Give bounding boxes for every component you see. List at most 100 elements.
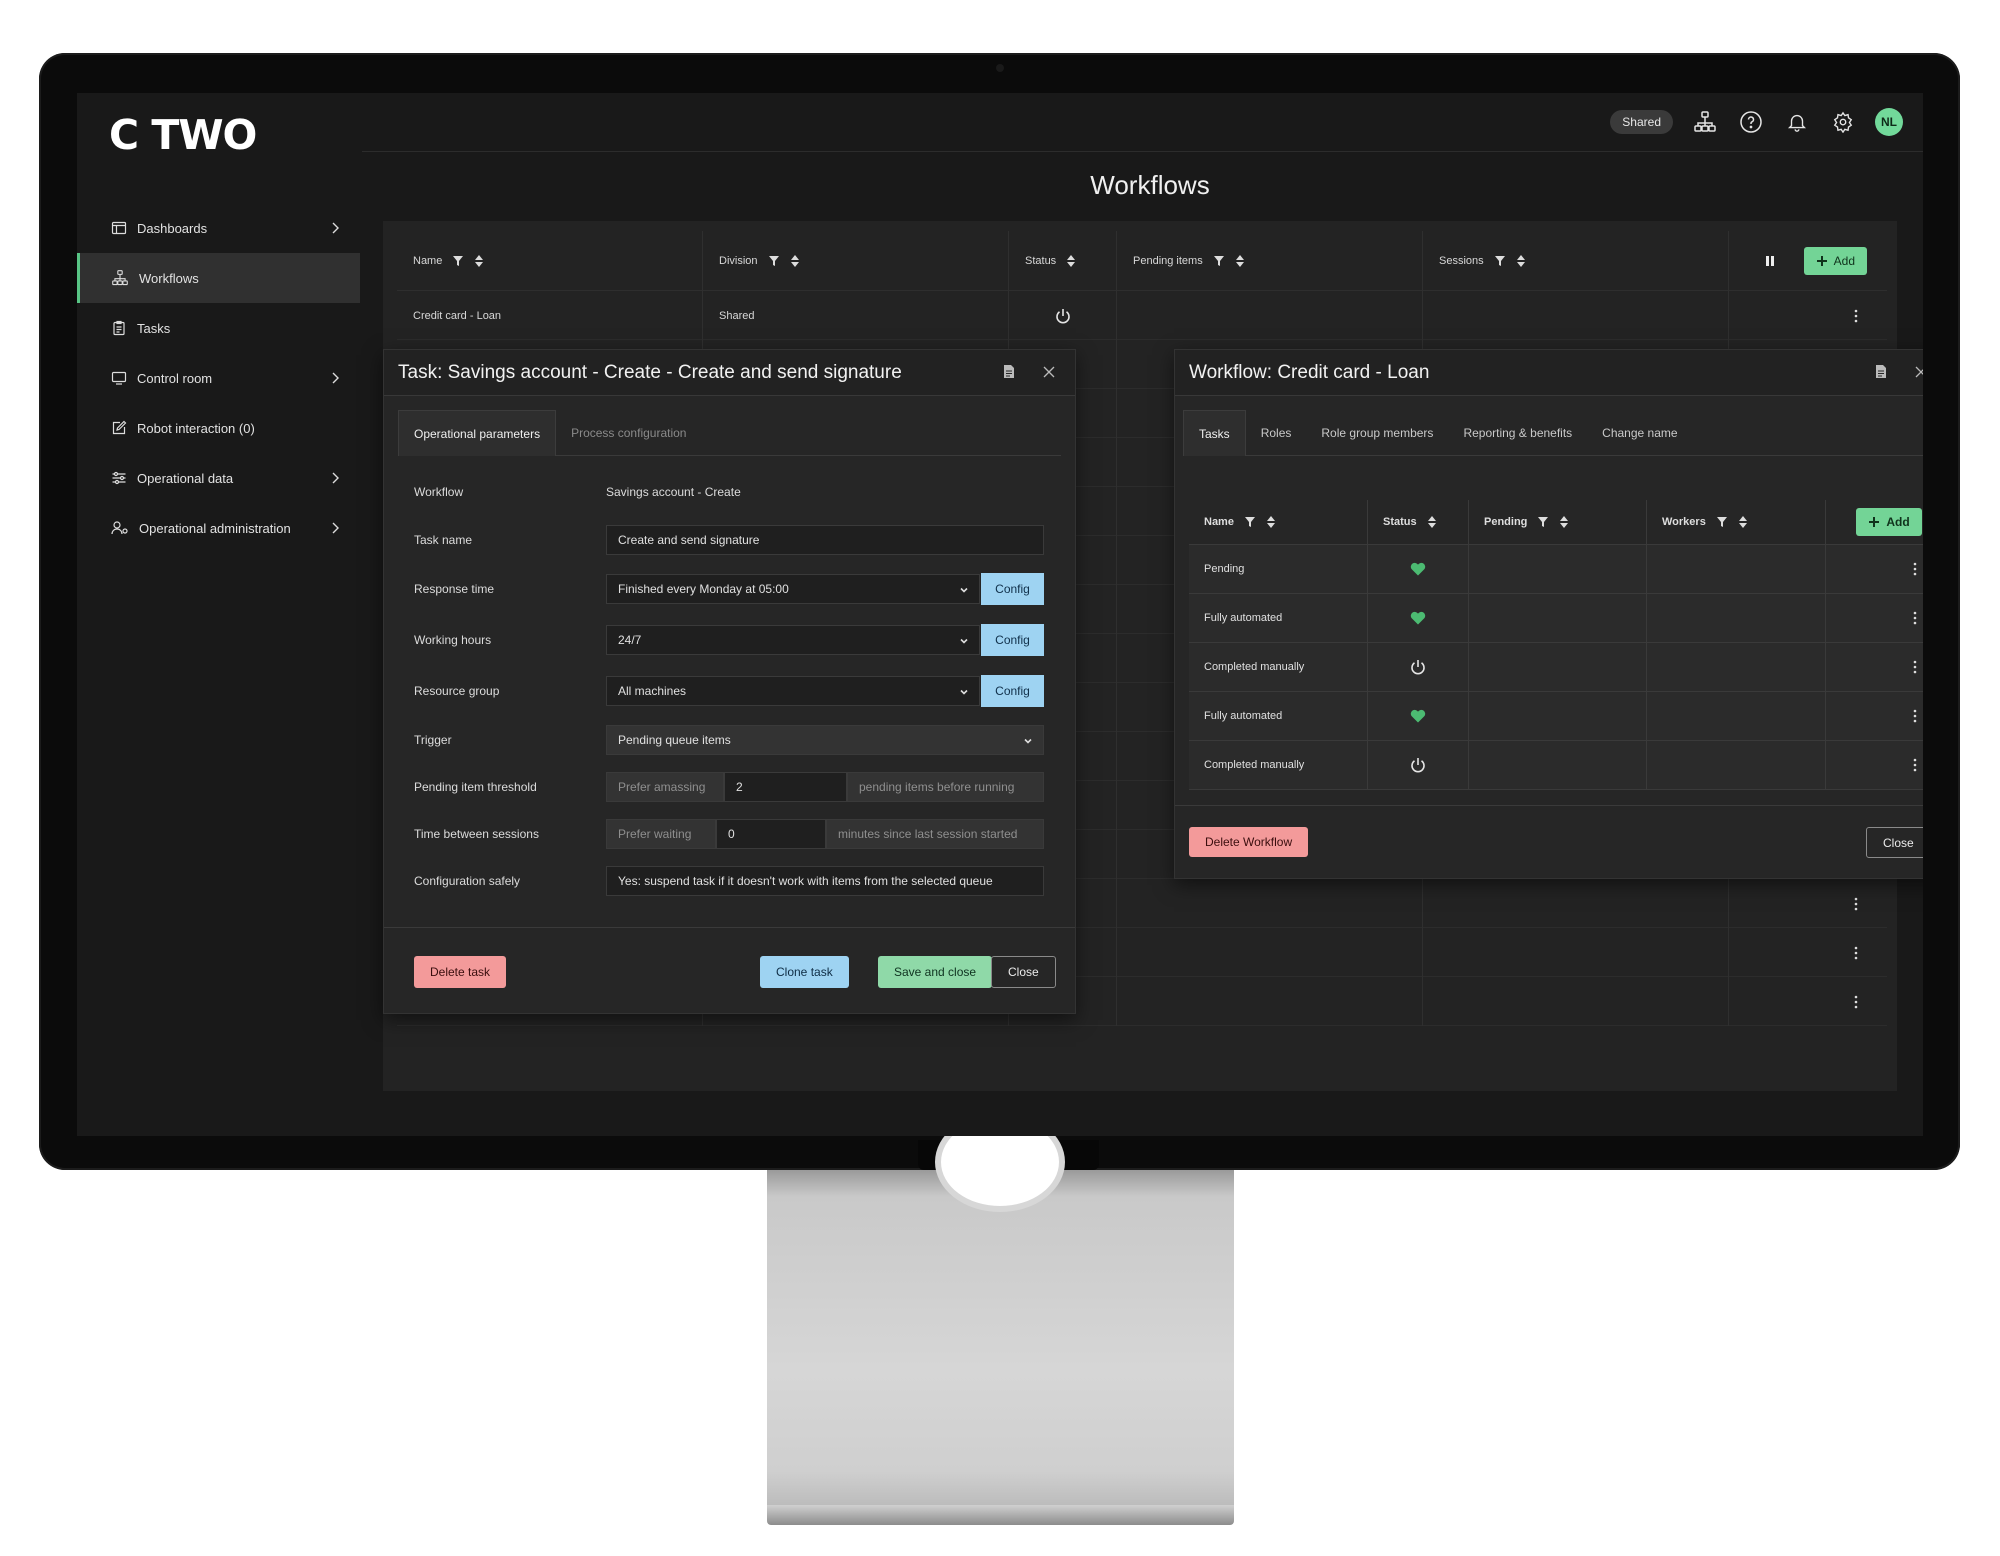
workflow-tasks-table: Name Status Pending Workers Add Pending … <box>1189 500 1923 790</box>
tab-tasks[interactable]: Tasks <box>1183 410 1246 456</box>
filter-icon[interactable] <box>768 255 780 267</box>
filter-icon[interactable] <box>1494 255 1506 267</box>
filter-icon[interactable] <box>1537 516 1549 528</box>
add-workflow-button[interactable]: Add <box>1803 247 1867 275</box>
sidebar-item-dashboards[interactable]: Dashboards <box>77 203 360 253</box>
column-header-workers[interactable]: Workers <box>1647 500 1826 544</box>
help-icon[interactable] <box>1737 108 1765 136</box>
resource-group-select[interactable]: All machines <box>606 676 980 706</box>
row-workers <box>1647 643 1826 691</box>
gear-icon[interactable] <box>1829 108 1857 136</box>
filter-icon[interactable] <box>1716 516 1728 528</box>
tab-roles[interactable]: Roles <box>1246 410 1307 456</box>
kebab-menu-icon[interactable] <box>1849 309 1863 323</box>
close-icon[interactable] <box>1043 366 1055 378</box>
row-pending <box>1469 643 1647 691</box>
table-row[interactable]: Completed manually <box>1189 643 1923 692</box>
table-row[interactable]: Fully automated <box>1189 594 1923 643</box>
document-icon[interactable] <box>1875 364 1887 379</box>
sidebar-item-workflows[interactable]: Workflows <box>77 253 360 303</box>
task-modal-title: Task: Savings account - Create - Create … <box>398 361 902 383</box>
kebab-menu-icon[interactable] <box>1913 611 1917 625</box>
response-time-select[interactable]: Finished every Monday at 05:00 <box>606 574 980 604</box>
column-label: Pending <box>1484 516 1528 528</box>
close-workflow-modal-button[interactable]: Close <box>1866 827 1923 858</box>
filter-icon[interactable] <box>1213 255 1225 267</box>
resource-group-row: Resource group All machines Config <box>414 675 1044 707</box>
kebab-menu-icon[interactable] <box>1849 897 1863 911</box>
column-header-actions: Add <box>1826 500 1923 544</box>
sidebar-item-control-room[interactable]: Control room <box>77 353 360 403</box>
tab-role-group-members[interactable]: Role group members <box>1306 410 1448 456</box>
sort-icon[interactable] <box>1738 515 1748 529</box>
time-between-input[interactable]: 0 <box>716 819 826 849</box>
column-header-status[interactable]: Status <box>1009 231 1117 291</box>
sort-icon[interactable] <box>474 254 484 268</box>
resource-group-config-button[interactable]: Config <box>981 675 1044 707</box>
sidebar-item-robot-interaction[interactable]: Robot interaction (0) <box>77 403 360 453</box>
column-header-pending[interactable]: Pending <box>1469 500 1647 544</box>
avatar[interactable]: NL <box>1875 108 1903 136</box>
working-hours-select[interactable]: 24/7 <box>606 625 980 655</box>
kebab-menu-icon[interactable] <box>1913 758 1917 772</box>
sidebar-item-operational-data[interactable]: Operational data <box>77 453 360 503</box>
table-row[interactable]: Credit card - Loan Shared <box>397 291 1887 340</box>
row-actions <box>1826 594 1923 642</box>
working-hours-config-button[interactable]: Config <box>981 624 1044 656</box>
pause-icon[interactable] <box>1764 255 1776 267</box>
sort-icon[interactable] <box>1066 254 1076 268</box>
kebab-menu-icon[interactable] <box>1849 946 1863 960</box>
power-icon <box>1055 308 1070 323</box>
sidebar-item-operational-administration[interactable]: Operational administration <box>77 503 360 553</box>
dashboard-icon <box>111 221 127 235</box>
trigger-select[interactable]: Pending queue items <box>606 725 1044 755</box>
bell-icon[interactable] <box>1783 108 1811 136</box>
clone-task-button[interactable]: Clone task <box>760 956 849 988</box>
column-header-pending-items[interactable]: Pending items <box>1117 231 1423 291</box>
close-task-modal-button[interactable]: Close <box>991 956 1056 988</box>
row-pending <box>1469 594 1647 642</box>
close-icon[interactable] <box>1915 366 1923 378</box>
filter-icon[interactable] <box>1244 516 1256 528</box>
add-task-button[interactable]: Add <box>1856 508 1922 536</box>
save-and-close-button[interactable]: Save and close <box>878 956 993 988</box>
kebab-menu-icon[interactable] <box>1913 660 1917 674</box>
table-row[interactable]: Fully automated <box>1189 692 1923 741</box>
kebab-menu-icon[interactable] <box>1913 709 1917 723</box>
row-sessions <box>1423 977 1729 1026</box>
table-row[interactable]: Completed manually <box>1189 741 1923 790</box>
column-header-name[interactable]: Name <box>1189 500 1368 544</box>
column-header-status[interactable]: Status <box>1368 500 1469 544</box>
chevron-right-icon <box>332 522 339 534</box>
users-gear-icon <box>111 521 128 535</box>
column-header-name[interactable]: Name <box>397 231 703 291</box>
table-row[interactable]: Pending <box>1189 545 1923 594</box>
tab-reporting-benefits[interactable]: Reporting & benefits <box>1448 410 1587 456</box>
response-time-config-button[interactable]: Config <box>981 573 1044 605</box>
sort-icon[interactable] <box>1266 515 1276 529</box>
tab-process-configuration[interactable]: Process configuration <box>556 410 701 456</box>
org-chart-icon[interactable] <box>1691 108 1719 136</box>
sort-icon[interactable] <box>1559 515 1569 529</box>
kebab-menu-icon[interactable] <box>1913 562 1917 576</box>
column-header-division[interactable]: Division <box>703 231 1009 291</box>
row-name: Fully automated <box>1189 594 1368 642</box>
task-name-input[interactable]: Create and send signature <box>606 525 1044 555</box>
working-hours-row: Working hours 24/7 Config <box>414 624 1044 656</box>
filter-icon[interactable] <box>452 255 464 267</box>
division-pill[interactable]: Shared <box>1610 110 1673 134</box>
sort-icon[interactable] <box>790 254 800 268</box>
sidebar-item-tasks[interactable]: Tasks <box>77 303 360 353</box>
threshold-input[interactable]: 2 <box>724 772 847 802</box>
tab-operational-parameters[interactable]: Operational parameters <box>398 410 557 456</box>
sort-icon[interactable] <box>1427 515 1437 529</box>
safety-input[interactable]: Yes: suspend task if it doesn't work wit… <box>606 866 1044 896</box>
sort-icon[interactable] <box>1235 254 1245 268</box>
delete-workflow-button[interactable]: Delete Workflow <box>1189 827 1309 857</box>
delete-task-button[interactable]: Delete task <box>414 956 507 988</box>
column-header-sessions[interactable]: Sessions <box>1423 231 1729 291</box>
kebab-menu-icon[interactable] <box>1849 995 1863 1009</box>
document-icon[interactable] <box>1003 364 1015 379</box>
sort-icon[interactable] <box>1516 254 1526 268</box>
tab-change-name[interactable]: Change name <box>1587 410 1692 456</box>
